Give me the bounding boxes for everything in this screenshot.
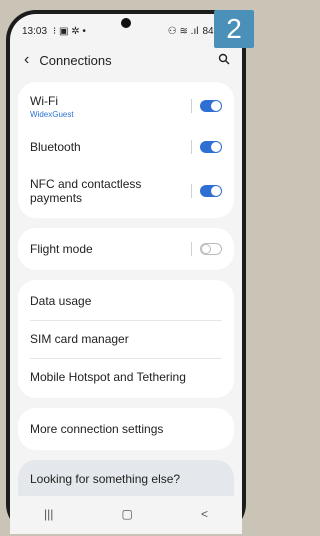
nfc-row[interactable]: NFC and contactless payments bbox=[18, 166, 234, 216]
hotspot-label: Mobile Hotspot and Tethering bbox=[30, 370, 186, 384]
wifi-label: Wi-Fi bbox=[30, 93, 58, 108]
nav-bar: ||| ▢ < bbox=[10, 504, 242, 524]
more-card: More connection settings bbox=[18, 408, 234, 450]
sim-card-manager-label: SIM card manager bbox=[30, 332, 129, 346]
flight-mode-row[interactable]: Flight mode bbox=[18, 230, 234, 268]
suggestions-label: Looking for something else? bbox=[30, 472, 181, 486]
hotspot-row[interactable]: Mobile Hotspot and Tethering bbox=[18, 358, 234, 396]
phone-frame: 13:03 ⁝ ▣ ✲ • ⚇ ≋ .ıl 84% ▮ ‹ Connection… bbox=[6, 10, 246, 534]
flight-mode-label: Flight mode bbox=[30, 242, 93, 256]
signal-icons: ⚇ ≋ .ıl bbox=[167, 25, 199, 37]
divider bbox=[191, 184, 192, 198]
back-nav-icon[interactable]: < bbox=[201, 507, 208, 521]
connections-card: Wi-Fi WidexGuest Bluetooth NFC and conta… bbox=[18, 82, 234, 218]
more-settings-row[interactable]: More connection settings bbox=[18, 410, 234, 448]
wifi-toggle[interactable] bbox=[200, 100, 222, 112]
sim-card-manager-row[interactable]: SIM card manager bbox=[18, 320, 234, 358]
data-usage-row[interactable]: Data usage bbox=[18, 282, 234, 320]
notification-icons: ⁝ ▣ ✲ • bbox=[53, 25, 86, 37]
flight-mode-toggle[interactable] bbox=[200, 243, 222, 255]
more-settings-label: More connection settings bbox=[30, 422, 164, 436]
divider bbox=[191, 99, 192, 113]
data-usage-label: Data usage bbox=[30, 294, 92, 308]
home-icon[interactable]: ▢ bbox=[122, 507, 133, 521]
bluetooth-row[interactable]: Bluetooth bbox=[18, 128, 234, 166]
divider bbox=[191, 140, 192, 154]
back-icon[interactable]: ‹ bbox=[24, 51, 29, 69]
wifi-row[interactable]: Wi-Fi WidexGuest bbox=[18, 84, 234, 128]
divider bbox=[191, 242, 192, 256]
bluetooth-toggle[interactable] bbox=[200, 141, 222, 153]
search-icon[interactable] bbox=[218, 53, 230, 68]
bluetooth-label: Bluetooth bbox=[30, 140, 81, 154]
recents-icon[interactable]: ||| bbox=[44, 507, 53, 521]
suggestions-card[interactable]: Looking for something else? bbox=[18, 460, 234, 496]
wifi-network: WidexGuest bbox=[30, 109, 74, 119]
status-time: 13:03 bbox=[22, 25, 48, 37]
nfc-label: NFC and contactless payments bbox=[30, 177, 142, 205]
page-title: Connections bbox=[39, 52, 112, 68]
step-badge: 2 bbox=[214, 10, 254, 48]
page-header: ‹ Connections bbox=[10, 44, 242, 76]
data-card: Data usage SIM card manager Mobile Hotsp… bbox=[18, 280, 234, 398]
screen: 13:03 ⁝ ▣ ✲ • ⚇ ≋ .ıl 84% ▮ ‹ Connection… bbox=[10, 14, 242, 534]
front-camera bbox=[121, 18, 131, 28]
flight-card: Flight mode bbox=[18, 228, 234, 270]
nfc-toggle[interactable] bbox=[200, 185, 222, 197]
